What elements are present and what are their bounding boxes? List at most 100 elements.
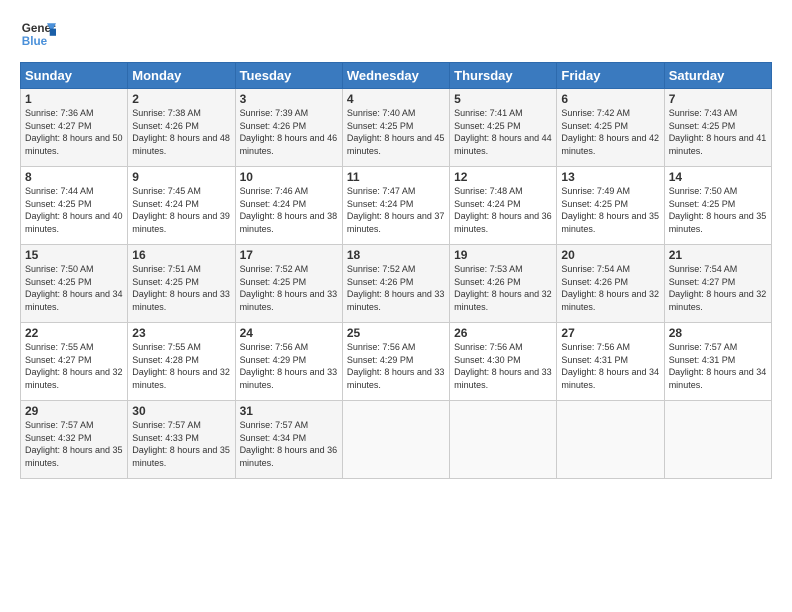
calendar-cell: 9Sunrise: 7:45 AMSunset: 4:24 PMDaylight…: [128, 167, 235, 245]
calendar-page: General Blue SundayMondayTuesdayWednesda…: [0, 0, 792, 612]
day-detail: Sunrise: 7:48 AMSunset: 4:24 PMDaylight:…: [454, 186, 552, 234]
day-number: 12: [454, 170, 552, 184]
day-number: 19: [454, 248, 552, 262]
day-detail: Sunrise: 7:52 AMSunset: 4:26 PMDaylight:…: [347, 264, 445, 312]
logo: General Blue: [20, 16, 56, 52]
day-detail: Sunrise: 7:57 AMSunset: 4:33 PMDaylight:…: [132, 420, 230, 468]
day-number: 2: [132, 92, 230, 106]
logo-icon: General Blue: [20, 16, 56, 52]
svg-text:Blue: Blue: [22, 35, 48, 48]
day-detail: Sunrise: 7:55 AMSunset: 4:27 PMDaylight:…: [25, 342, 123, 390]
calendar-cell: [557, 401, 664, 479]
day-number: 3: [240, 92, 338, 106]
day-number: 6: [561, 92, 659, 106]
calendar-cell: 23 Sunrise: 7:55 AMSunset: 4:28 PMDayligh…: [128, 323, 235, 401]
day-number: 21: [669, 248, 767, 262]
day-number: 9: [132, 170, 230, 184]
day-detail: Sunrise: 7:53 AMSunset: 4:26 PMDaylight:…: [454, 264, 552, 312]
calendar-week-4: 22 Sunrise: 7:55 AMSunset: 4:27 PMDayligh…: [21, 323, 772, 401]
day-number: 26: [454, 326, 552, 340]
day-number: 24: [240, 326, 338, 340]
calendar-cell: 3 Sunrise: 7:39 AMSunset: 4:26 PMDaylight…: [235, 89, 342, 167]
calendar-cell: 11 Sunrise: 7:47 AMSunset: 4:24 PMDayligh…: [342, 167, 449, 245]
day-number: 1: [25, 92, 123, 106]
day-detail: Sunrise: 7:49 AMSunset: 4:25 PMDaylight:…: [561, 186, 659, 234]
calendar-cell: 17 Sunrise: 7:52 AMSunset: 4:25 PMDayligh…: [235, 245, 342, 323]
day-detail: Sunrise: 7:43 AMSunset: 4:25 PMDaylight:…: [669, 108, 767, 156]
day-number: 30: [132, 404, 230, 418]
calendar-cell: 21 Sunrise: 7:54 AMSunset: 4:27 PMDayligh…: [664, 245, 771, 323]
calendar-cell: 13 Sunrise: 7:49 AMSunset: 4:25 PMDayligh…: [557, 167, 664, 245]
calendar-cell: 24Sunrise: 7:56 AMSunset: 4:29 PMDayligh…: [235, 323, 342, 401]
calendar-cell: 19 Sunrise: 7:53 AMSunset: 4:26 PMDayligh…: [450, 245, 557, 323]
calendar-cell: [664, 401, 771, 479]
calendar-cell: 15Sunrise: 7:50 AMSunset: 4:25 PMDayligh…: [21, 245, 128, 323]
calendar-cell: 16 Sunrise: 7:51 AMSunset: 4:25 PMDayligh…: [128, 245, 235, 323]
day-detail: Sunrise: 7:56 AMSunset: 4:29 PMDaylight:…: [347, 342, 445, 390]
day-detail: Sunrise: 7:54 AMSunset: 4:27 PMDaylight:…: [669, 264, 767, 312]
calendar-cell: 28Sunrise: 7:57 AMSunset: 4:31 PMDayligh…: [664, 323, 771, 401]
day-number: 20: [561, 248, 659, 262]
day-number: 22: [25, 326, 123, 340]
day-number: 8: [25, 170, 123, 184]
day-number: 31: [240, 404, 338, 418]
calendar-week-1: 1 Sunrise: 7:36 AMSunset: 4:27 PMDaylight…: [21, 89, 772, 167]
day-number: 10: [240, 170, 338, 184]
calendar-cell: [450, 401, 557, 479]
weekday-header-tuesday: Tuesday: [235, 63, 342, 89]
day-detail: Sunrise: 7:57 AMSunset: 4:34 PMDaylight:…: [240, 420, 338, 468]
day-number: 7: [669, 92, 767, 106]
day-detail: Sunrise: 7:41 AMSunset: 4:25 PMDaylight:…: [454, 108, 552, 156]
calendar-cell: 18 Sunrise: 7:52 AMSunset: 4:26 PMDayligh…: [342, 245, 449, 323]
weekday-header-thursday: Thursday: [450, 63, 557, 89]
day-number: 16: [132, 248, 230, 262]
weekday-header-monday: Monday: [128, 63, 235, 89]
day-detail: Sunrise: 7:54 AMSunset: 4:26 PMDaylight:…: [561, 264, 659, 312]
calendar-cell: 22 Sunrise: 7:55 AMSunset: 4:27 PMDayligh…: [21, 323, 128, 401]
day-number: 18: [347, 248, 445, 262]
day-number: 23: [132, 326, 230, 340]
calendar-header: SundayMondayTuesdayWednesdayThursdayFrid…: [21, 63, 772, 89]
calendar-cell: 2 Sunrise: 7:38 AMSunset: 4:26 PMDaylight…: [128, 89, 235, 167]
calendar-table: SundayMondayTuesdayWednesdayThursdayFrid…: [20, 62, 772, 479]
day-number: 4: [347, 92, 445, 106]
day-detail: Sunrise: 7:56 AMSunset: 4:30 PMDaylight:…: [454, 342, 552, 390]
day-detail: Sunrise: 7:57 AMSunset: 4:32 PMDaylight:…: [25, 420, 123, 468]
day-number: 28: [669, 326, 767, 340]
day-detail: Sunrise: 7:52 AMSunset: 4:25 PMDaylight:…: [240, 264, 338, 312]
calendar-cell: 10 Sunrise: 7:46 AMSunset: 4:24 PMDayligh…: [235, 167, 342, 245]
day-detail: Sunrise: 7:56 AMSunset: 4:31 PMDaylight:…: [561, 342, 659, 390]
day-detail: Sunrise: 7:36 AMSunset: 4:27 PMDaylight:…: [25, 108, 123, 156]
day-detail: Sunrise: 7:38 AMSunset: 4:26 PMDaylight:…: [132, 108, 230, 156]
calendar-cell: 20 Sunrise: 7:54 AMSunset: 4:26 PMDayligh…: [557, 245, 664, 323]
day-detail: Sunrise: 7:46 AMSunset: 4:24 PMDaylight:…: [240, 186, 338, 234]
day-number: 13: [561, 170, 659, 184]
day-detail: Sunrise: 7:50 AMSunset: 4:25 PMDaylight:…: [25, 264, 123, 312]
day-number: 14: [669, 170, 767, 184]
calendar-cell: 31 Sunrise: 7:57 AMSunset: 4:34 PMDayligh…: [235, 401, 342, 479]
calendar-week-3: 15Sunrise: 7:50 AMSunset: 4:25 PMDayligh…: [21, 245, 772, 323]
calendar-cell: 6Sunrise: 7:42 AMSunset: 4:25 PMDaylight…: [557, 89, 664, 167]
calendar-cell: 30 Sunrise: 7:57 AMSunset: 4:33 PMDayligh…: [128, 401, 235, 479]
day-detail: Sunrise: 7:51 AMSunset: 4:25 PMDaylight:…: [132, 264, 230, 312]
calendar-cell: 29 Sunrise: 7:57 AMSunset: 4:32 PMDayligh…: [21, 401, 128, 479]
calendar-cell: 14 Sunrise: 7:50 AMSunset: 4:25 PMDayligh…: [664, 167, 771, 245]
day-number: 17: [240, 248, 338, 262]
calendar-week-5: 29 Sunrise: 7:57 AMSunset: 4:32 PMDayligh…: [21, 401, 772, 479]
header: General Blue: [20, 16, 772, 52]
calendar-cell: 5Sunrise: 7:41 AMSunset: 4:25 PMDaylight…: [450, 89, 557, 167]
day-detail: Sunrise: 7:47 AMSunset: 4:24 PMDaylight:…: [347, 186, 445, 234]
calendar-cell: [342, 401, 449, 479]
day-detail: Sunrise: 7:50 AMSunset: 4:25 PMDaylight:…: [669, 186, 767, 234]
day-number: 27: [561, 326, 659, 340]
calendar-cell: 12 Sunrise: 7:48 AMSunset: 4:24 PMDayligh…: [450, 167, 557, 245]
day-number: 25: [347, 326, 445, 340]
day-detail: Sunrise: 7:39 AMSunset: 4:26 PMDaylight:…: [240, 108, 338, 156]
day-number: 29: [25, 404, 123, 418]
calendar-cell: 7 Sunrise: 7:43 AMSunset: 4:25 PMDaylight…: [664, 89, 771, 167]
day-detail: Sunrise: 7:40 AMSunset: 4:25 PMDaylight:…: [347, 108, 445, 156]
weekday-header-friday: Friday: [557, 63, 664, 89]
day-detail: Sunrise: 7:55 AMSunset: 4:28 PMDaylight:…: [132, 342, 230, 390]
calendar-week-2: 8Sunrise: 7:44 AMSunset: 4:25 PMDaylight…: [21, 167, 772, 245]
day-number: 11: [347, 170, 445, 184]
